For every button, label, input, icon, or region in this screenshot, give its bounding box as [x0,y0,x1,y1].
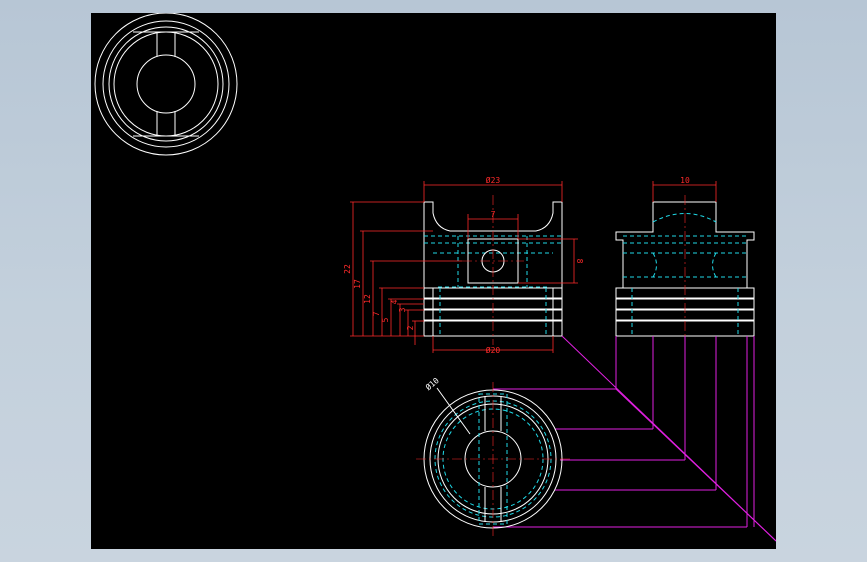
dim-height-17: 17 [353,279,362,289]
hidden-crown [652,213,717,223]
outer-circle [94,13,238,156]
ring-circle [102,20,230,148]
dim-height-5: 5 [381,317,390,322]
dim-height-3: 3 [398,307,407,312]
bottom-view: Ø10 [416,375,570,536]
front-view: Ø23 7 8 Ø20 22 17 12 7 5 4 3 2 [343,175,584,355]
side-view: 10 [615,176,755,342]
dim-height-4: 4 [390,299,399,304]
projection-line [615,388,776,542]
leader-line [436,387,471,435]
dim-side-width: 10 [680,176,690,185]
dim-height-12: 12 [363,294,372,304]
dim-bottom-diameter: Ø20 [486,345,501,355]
hidden-curve [712,252,717,278]
cad-drawing: Ø23 7 8 Ø20 22 17 12 7 5 4 3 2 10 Ø10 [94,13,776,542]
hidden-curve [652,252,657,278]
dim-height-22: 22 [343,264,352,274]
ring-circle [113,31,219,137]
dim-height-2: 2 [406,325,415,330]
top-left-view [94,13,238,156]
ring-circle [108,26,224,142]
dim-top-diameter: Ø23 [486,175,501,185]
dim-pin-height: 8 [575,259,584,264]
dim-height-7: 7 [372,311,381,316]
bore-circle [136,54,196,114]
dim-pin-width: 7 [491,210,496,219]
cad-viewport[interactable]: Ø23 7 8 Ø20 22 17 12 7 5 4 3 2 10 Ø10 [91,13,776,549]
projection-lines [493,335,776,542]
